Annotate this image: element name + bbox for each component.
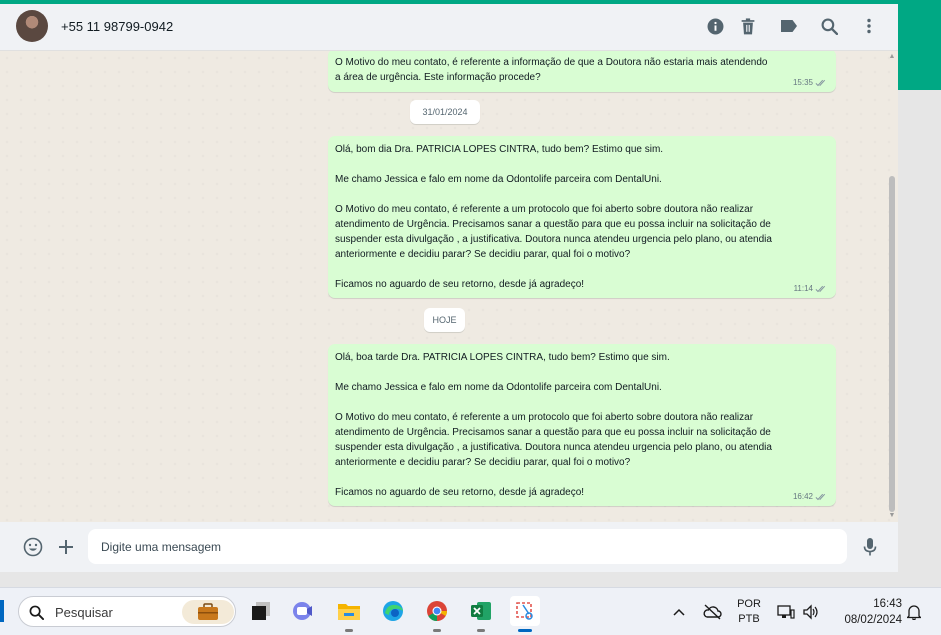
scrollbar-thumb[interactable]: [889, 176, 895, 512]
language-top: POR: [737, 598, 761, 610]
microphone-icon[interactable]: [859, 536, 881, 558]
message-meta: 11:14: [794, 284, 828, 293]
message-time: 15:35: [792, 78, 813, 87]
message-text: Olá, bom dia Dra. PATRICIA LOPES CINTRA,…: [335, 144, 772, 290]
search-icon: [29, 605, 44, 620]
clock[interactable]: 16:43 08/02/2024: [832, 588, 902, 635]
attach-icon[interactable]: [55, 536, 77, 558]
message-input[interactable]: [88, 529, 847, 564]
read-ticks-icon: [815, 79, 826, 86]
message-text: O Motivo do meu contato, é referente a i…: [335, 57, 768, 83]
terminal-icon[interactable]: [246, 596, 276, 626]
snipping-tool-icon[interactable]: [510, 596, 540, 632]
date-chip: HOJE: [424, 308, 465, 332]
message-time: 11:14: [793, 284, 813, 293]
edge-icon[interactable]: [378, 596, 408, 626]
scroll-down-arrow[interactable]: ▼: [888, 512, 896, 520]
start-button[interactable]: [0, 600, 4, 622]
taskbar-search[interactable]: Pesquisar: [18, 596, 236, 627]
chat-area[interactable]: O Motivo do meu contato, é referente a i…: [0, 51, 898, 522]
menu-icon[interactable]: [859, 16, 879, 36]
network-icon[interactable]: [776, 588, 796, 635]
file-explorer-icon[interactable]: [334, 596, 364, 632]
contact-name[interactable]: +55 11 98799-0942: [61, 19, 173, 34]
running-indicator: [518, 629, 532, 632]
chevron-up-icon[interactable]: [668, 588, 690, 635]
running-indicator: [433, 629, 441, 632]
read-ticks-icon: [815, 285, 826, 292]
language-bottom: PTB: [738, 613, 760, 625]
teams-icon[interactable]: [289, 596, 319, 626]
search-icon[interactable]: [819, 16, 839, 36]
scroll-up-arrow[interactable]: ▲: [888, 53, 896, 61]
trash-icon[interactable]: [738, 16, 758, 36]
running-indicator: [477, 629, 485, 632]
message-bubble[interactable]: Olá, bom dia Dra. PATRICIA LOPES CINTRA,…: [328, 136, 836, 298]
read-ticks-icon: [815, 493, 826, 500]
volume-icon[interactable]: [800, 588, 822, 635]
whatsapp-window: +55 11 98799-0942 O Motivo do meu contat…: [0, 4, 898, 572]
chat-header: +55 11 98799-0942: [0, 4, 898, 51]
label-icon[interactable]: [779, 16, 799, 36]
message-time: 16:42: [792, 492, 813, 501]
emoji-icon[interactable]: [22, 536, 44, 558]
running-indicator: [345, 629, 353, 632]
work-widget-icon[interactable]: [182, 600, 234, 624]
windows-taskbar: Pesquisar POR PTB 16:43 08/02/2024: [0, 587, 941, 635]
chrome-icon[interactable]: [422, 596, 452, 632]
avatar[interactable]: [16, 10, 48, 42]
search-label: Pesquisar: [55, 605, 113, 620]
info-icon[interactable]: [705, 16, 725, 36]
excel-icon[interactable]: [466, 596, 496, 632]
clock-date: 08/02/2024: [844, 614, 902, 626]
message-meta: 16:42: [793, 492, 828, 501]
message-bubble[interactable]: Olá, boa tarde Dra. PATRICIA LOPES CINTR…: [328, 344, 836, 506]
message-bubble[interactable]: O Motivo do meu contato, é referente a i…: [328, 51, 836, 92]
clock-time: 16:43: [873, 598, 902, 610]
language-indicator[interactable]: POR PTB: [732, 588, 766, 635]
date-chip: 31/01/2024: [410, 100, 480, 124]
composer-bar: [0, 522, 898, 572]
message-text: Olá, boa tarde Dra. PATRICIA LOPES CINTR…: [335, 352, 772, 498]
notification-bell-icon[interactable]: [904, 588, 924, 635]
app-accent-block: [898, 0, 941, 90]
onedrive-offline-icon[interactable]: [700, 588, 724, 635]
message-meta: 15:35: [793, 78, 828, 87]
